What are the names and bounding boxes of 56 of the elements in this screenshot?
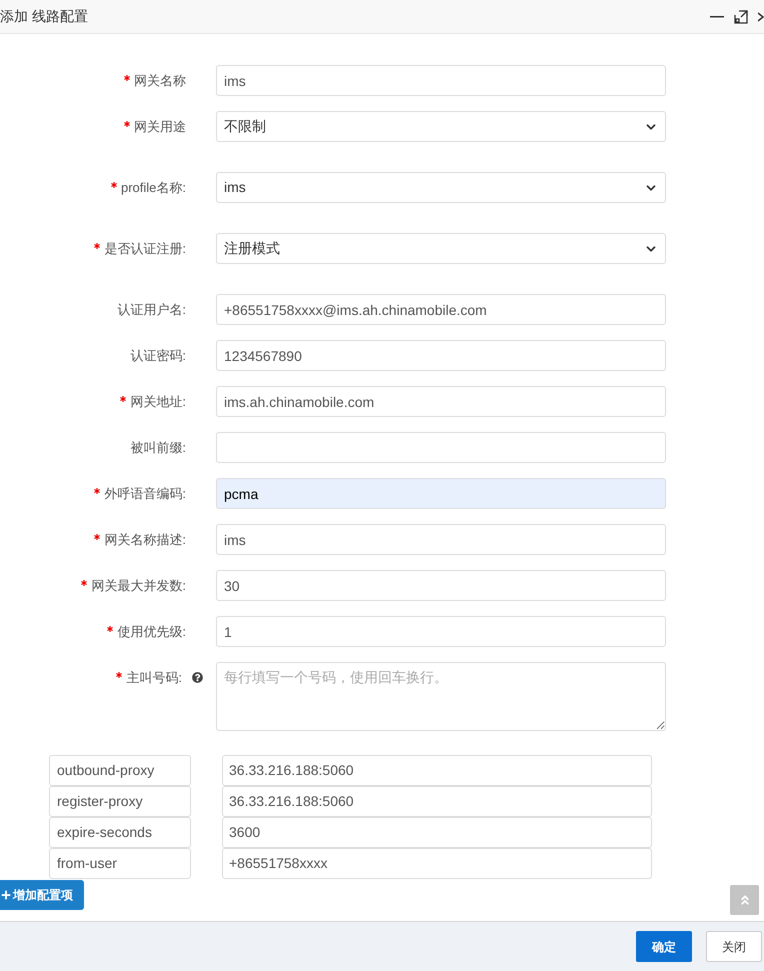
- param-value-field[interactable]: +86551758xxxx: [222, 848, 652, 879]
- field-label: 认证密码:: [130, 346, 186, 365]
- input-field[interactable]: ims: [216, 65, 666, 96]
- param-key-field[interactable]: expire-seconds: [49, 817, 191, 848]
- minimize-icon[interactable]: [710, 16, 724, 18]
- input-field[interactable]: ims: [216, 524, 666, 555]
- required-asterisk-icon: [81, 580, 88, 586]
- input-field[interactable]: 1234567890: [216, 340, 666, 371]
- double-chevron-up-icon: [738, 894, 750, 906]
- field-label: 是否认证注册:: [104, 240, 186, 258]
- param-key-field[interactable]: outbound-proxy: [49, 755, 191, 786]
- plus-icon: [1, 890, 11, 900]
- field-label: 外呼语音编码:: [104, 484, 186, 503]
- select-value: ims: [224, 178, 246, 197]
- required-asterisk-icon: [124, 75, 130, 81]
- param-value-field[interactable]: 36.33.216.188:5060: [222, 786, 652, 817]
- textarea-field[interactable]: 每行填写一个号码，使用回车换行。: [216, 662, 666, 731]
- param-value-field[interactable]: 36.33.216.188:5060: [222, 755, 652, 786]
- select-field[interactable]: 不限制: [216, 111, 666, 142]
- field-label: 认证用户名:: [117, 300, 186, 319]
- param-value-field[interactable]: 3600: [222, 817, 652, 848]
- maximize-icon[interactable]: [734, 10, 748, 24]
- close-button[interactable]: 关闭: [706, 931, 762, 962]
- input-field[interactable]: ims.ah.chinamobile.com: [216, 386, 666, 417]
- select-field[interactable]: ims: [216, 172, 666, 203]
- field-label: 网关名称: [134, 72, 186, 90]
- input-field[interactable]: [216, 432, 666, 463]
- field-label: profile名称:: [120, 178, 186, 197]
- input-field[interactable]: pcma: [216, 478, 666, 509]
- required-asterisk-icon: [107, 626, 114, 632]
- help-icon[interactable]: [192, 672, 203, 683]
- field-label: 使用优先级:: [117, 622, 186, 641]
- field-label: 网关用途: [134, 118, 186, 136]
- required-asterisk-icon: [116, 672, 122, 678]
- window-title: 添加 线路配置: [0, 7, 88, 26]
- required-asterisk-icon: [94, 243, 100, 249]
- field-label: 网关地址:: [130, 392, 186, 411]
- input-field[interactable]: 30: [216, 570, 666, 601]
- select-value: 不限制: [224, 117, 266, 136]
- param-key-field[interactable]: from-user: [49, 848, 191, 879]
- required-asterisk-icon: [110, 182, 117, 188]
- confirm-button[interactable]: 确定: [636, 931, 692, 962]
- required-asterisk-icon: [124, 121, 130, 127]
- input-field[interactable]: 1: [216, 616, 666, 647]
- required-asterisk-icon: [94, 534, 100, 540]
- input-field[interactable]: +86551758xxxx@ims.ah.chinamobile.com: [216, 294, 666, 325]
- field-label: 网关名称描述:: [104, 530, 186, 549]
- field-label: 被叫前缀:: [130, 438, 186, 457]
- field-label: 主叫号码:: [126, 668, 182, 687]
- select-field[interactable]: 注册模式: [216, 233, 666, 264]
- select-value: 注册模式: [224, 239, 280, 258]
- required-asterisk-icon: [120, 396, 126, 402]
- field-label: 网关最大并发数:: [91, 576, 186, 595]
- param-key-field[interactable]: register-proxy: [49, 786, 191, 817]
- add-config-button[interactable]: 增加配置项: [0, 880, 84, 910]
- required-asterisk-icon: [94, 488, 100, 494]
